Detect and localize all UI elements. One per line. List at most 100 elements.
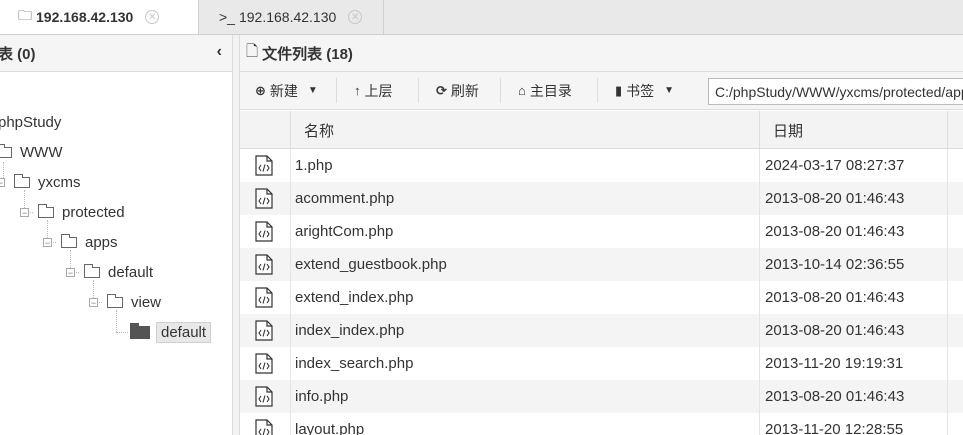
file-table-header: 名称 日期 [240, 111, 963, 149]
new-label: 新建 [269, 82, 298, 99]
file-name: extend_index.php [295, 289, 414, 306]
home-label: 主目录 [529, 82, 572, 99]
tree-node-default-selected[interactable]: default [130, 320, 212, 344]
tree-label: default [156, 321, 212, 343]
tree-node-phpstudy[interactable]: phpStudy [0, 110, 61, 134]
php-file-icon [255, 155, 273, 176]
terminal-icon: >_ [219, 9, 235, 25]
up-level-button[interactable]: ↑ 上层 [354, 72, 393, 109]
tree-node-default[interactable]: − default [64, 260, 153, 284]
document-icon: 🗋 [246, 42, 259, 60]
php-file-icon [255, 353, 273, 374]
file-row[interactable]: arightCom.php 2013-08-20 01:46:43 [240, 215, 963, 248]
file-name: info.php [295, 388, 349, 405]
file-row[interactable]: layout.php 2013-11-20 12:28:55 [240, 413, 963, 435]
tab-bar: 🗀 192.168.42.130 ✕ >_ 192.168.42.130 ✕ [0, 0, 963, 35]
tree-label: phpStudy [0, 113, 62, 131]
file-row[interactable]: extend_guestbook.php 2013-10-14 02:36:55 [240, 248, 963, 281]
php-file-icon [255, 221, 273, 242]
file-list-header: 🗋 文件列表 (18) [240, 35, 963, 72]
file-date: 2024-03-17 08:27:37 [765, 157, 905, 174]
folder-icon [0, 143, 12, 158]
tree-label: protected [62, 203, 125, 221]
tab-terminal[interactable]: >_ 192.168.42.130 ✕ [199, 0, 384, 34]
directory-tree: phpStudy WWW − yxcms − protected − apps … [0, 72, 233, 435]
file-name: index_index.php [295, 322, 405, 339]
bookmark-label: 书签 [626, 82, 655, 99]
bookmark-button[interactable]: ▮ 书签 ▼ [615, 72, 674, 109]
panel-splitter[interactable] [233, 35, 240, 435]
file-date: 2013-08-20 01:46:43 [765, 190, 905, 207]
file-date: 2013-10-14 02:36:55 [765, 256, 905, 273]
file-row[interactable]: acomment.php 2013-08-20 01:46:43 [240, 182, 963, 215]
up-label: 上层 [364, 82, 393, 99]
folder-icon [84, 263, 100, 278]
file-row[interactable]: index_index.php 2013-08-20 01:46:43 [240, 314, 963, 347]
file-row[interactable]: info.php 2013-08-20 01:46:43 [240, 380, 963, 413]
tree-node-view[interactable]: − view [87, 290, 161, 314]
tab-label: 192.168.42.130 [36, 9, 134, 25]
home-icon: ⌂ [518, 83, 526, 98]
file-date: 2013-08-20 01:46:43 [765, 322, 905, 339]
column-header-date[interactable]: 日期 [773, 111, 803, 149]
collapse-toggle-icon[interactable]: − [89, 298, 98, 308]
bookmark-icon: ▮ [615, 82, 623, 98]
tree-node-apps[interactable]: − apps [41, 230, 118, 254]
folder-icon [14, 173, 30, 188]
column-header-name[interactable]: 名称 [304, 111, 334, 149]
file-name: arightCom.php [295, 223, 394, 240]
file-list: 1.php 2024-03-17 08:27:37 acomment.php 2013… [240, 149, 963, 435]
path-input[interactable] [708, 78, 963, 105]
tree-label: view [131, 293, 162, 311]
file-date: 2013-11-20 12:28:55 [765, 421, 904, 435]
folder-icon [61, 233, 77, 248]
php-file-icon [255, 419, 273, 435]
folder-icon [38, 203, 54, 218]
refresh-label: 刷新 [450, 82, 479, 99]
file-date: 2013-08-20 01:46:43 [765, 223, 905, 240]
refresh-icon: ⟳ [436, 82, 447, 98]
php-file-icon [255, 287, 273, 308]
php-file-icon [255, 254, 273, 275]
file-name: acomment.php [295, 190, 395, 207]
directory-tree-title: 表 (0) [0, 45, 36, 63]
file-name: layout.php [295, 421, 365, 435]
file-name: 1.php [295, 157, 333, 174]
collapse-toggle-icon[interactable]: − [20, 208, 29, 218]
caret-down-icon: ▼ [664, 85, 675, 96]
close-icon[interactable]: ✕ [348, 10, 363, 24]
tab-file-manager[interactable]: 🗀 192.168.42.130 ✕ [0, 0, 199, 34]
file-name: index_search.php [295, 355, 414, 372]
refresh-button[interactable]: ⟳ 刷新 [436, 72, 479, 109]
tree-node-yxcms[interactable]: − yxcms [0, 170, 81, 194]
collapse-toggle-icon[interactable]: − [43, 238, 52, 248]
caret-down-icon: ▼ [307, 85, 318, 96]
tree-node-protected[interactable]: − protected [18, 200, 125, 224]
folder-outline-icon: 🗀 [18, 7, 32, 23]
home-button[interactable]: ⌂ 主目录 [518, 72, 572, 109]
arrow-up-icon: ↑ [354, 83, 361, 98]
file-list-title: 文件列表 (18) [262, 45, 353, 63]
file-date: 2013-11-20 19:19:31 [765, 355, 904, 372]
close-icon[interactable]: ✕ [145, 10, 160, 24]
file-row[interactable]: 1.php 2024-03-17 08:27:37 [240, 149, 963, 182]
new-button[interactable]: ⊕ 新建 ▼ [255, 72, 318, 109]
directory-tree-header: 表 (0) ‹ [0, 35, 233, 72]
file-row[interactable]: index_search.php 2013-11-20 19:19:31 [240, 347, 963, 380]
collapse-toggle-icon[interactable]: − [66, 268, 75, 278]
php-file-icon [255, 386, 273, 407]
tab-label: 192.168.42.130 [238, 9, 337, 25]
tree-label: WWW [20, 143, 63, 161]
collapse-toggle-icon[interactable]: − [0, 178, 5, 188]
file-row[interactable]: extend_index.php 2013-08-20 01:46:43 [240, 281, 963, 314]
php-file-icon [255, 188, 273, 209]
tree-label: apps [85, 233, 118, 251]
tree-node-www[interactable]: WWW [0, 140, 62, 164]
plus-circle-icon: ⊕ [255, 82, 266, 98]
folder-open-icon [130, 322, 150, 339]
collapse-panel-icon[interactable]: ‹ [217, 43, 222, 61]
folder-icon [107, 293, 123, 308]
file-date: 2013-08-20 01:46:43 [765, 289, 905, 306]
file-date: 2013-08-20 01:46:43 [765, 388, 905, 405]
tree-label: yxcms [38, 173, 81, 191]
